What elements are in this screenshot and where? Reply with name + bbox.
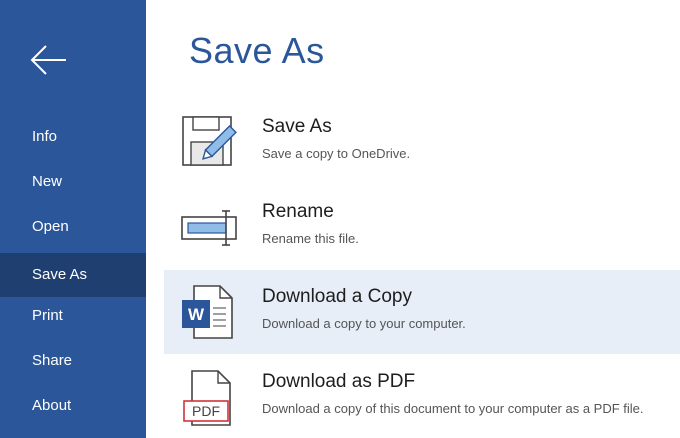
option-description: Rename this file. bbox=[262, 231, 359, 246]
sidebar-item-about[interactable]: About bbox=[0, 384, 146, 428]
sidebar-item-info[interactable]: Info bbox=[0, 115, 146, 159]
sidebar-item-save-as[interactable]: Save As bbox=[0, 253, 146, 297]
sidebar-item-share[interactable]: Share bbox=[0, 339, 146, 383]
option-save-as[interactable]: Save As Save a copy to OneDrive. bbox=[164, 100, 680, 184]
svg-text:W: W bbox=[188, 305, 205, 324]
option-title: Download a Copy bbox=[262, 286, 412, 307]
save-as-icon bbox=[182, 116, 237, 166]
sidebar-item-new[interactable]: New bbox=[0, 160, 146, 204]
rename-icon bbox=[181, 210, 237, 246]
option-download-pdf[interactable]: PDF Download as PDF Download a copy of t… bbox=[164, 355, 680, 438]
main-panel: Save As Save As Save a copy to OneDrive.… bbox=[146, 0, 680, 438]
option-description: Download a copy to your computer. bbox=[262, 316, 466, 331]
option-title: Rename bbox=[262, 201, 334, 222]
sidebar-item-open[interactable]: Open bbox=[0, 205, 146, 249]
option-title: Save As bbox=[262, 116, 332, 137]
option-description: Save a copy to OneDrive. bbox=[262, 146, 411, 161]
option-title: Download as PDF bbox=[262, 371, 416, 392]
arrow-left-icon bbox=[30, 45, 66, 75]
option-rename[interactable]: Rename Rename this file. bbox=[164, 185, 680, 269]
option-description: Download a copy of this document to your… bbox=[262, 401, 644, 416]
pdf-document-icon: PDF bbox=[183, 370, 231, 426]
sidebar-item-print[interactable]: Print bbox=[0, 294, 146, 338]
page-title: Save As bbox=[189, 30, 325, 71]
word-document-icon: W bbox=[182, 285, 233, 339]
sidebar: Info New Open Save As Print Share About bbox=[0, 0, 146, 438]
svg-text:PDF: PDF bbox=[192, 403, 220, 419]
option-download-copy[interactable]: W Download a Copy Download a copy to you… bbox=[164, 270, 680, 354]
back-button[interactable] bbox=[22, 36, 74, 84]
